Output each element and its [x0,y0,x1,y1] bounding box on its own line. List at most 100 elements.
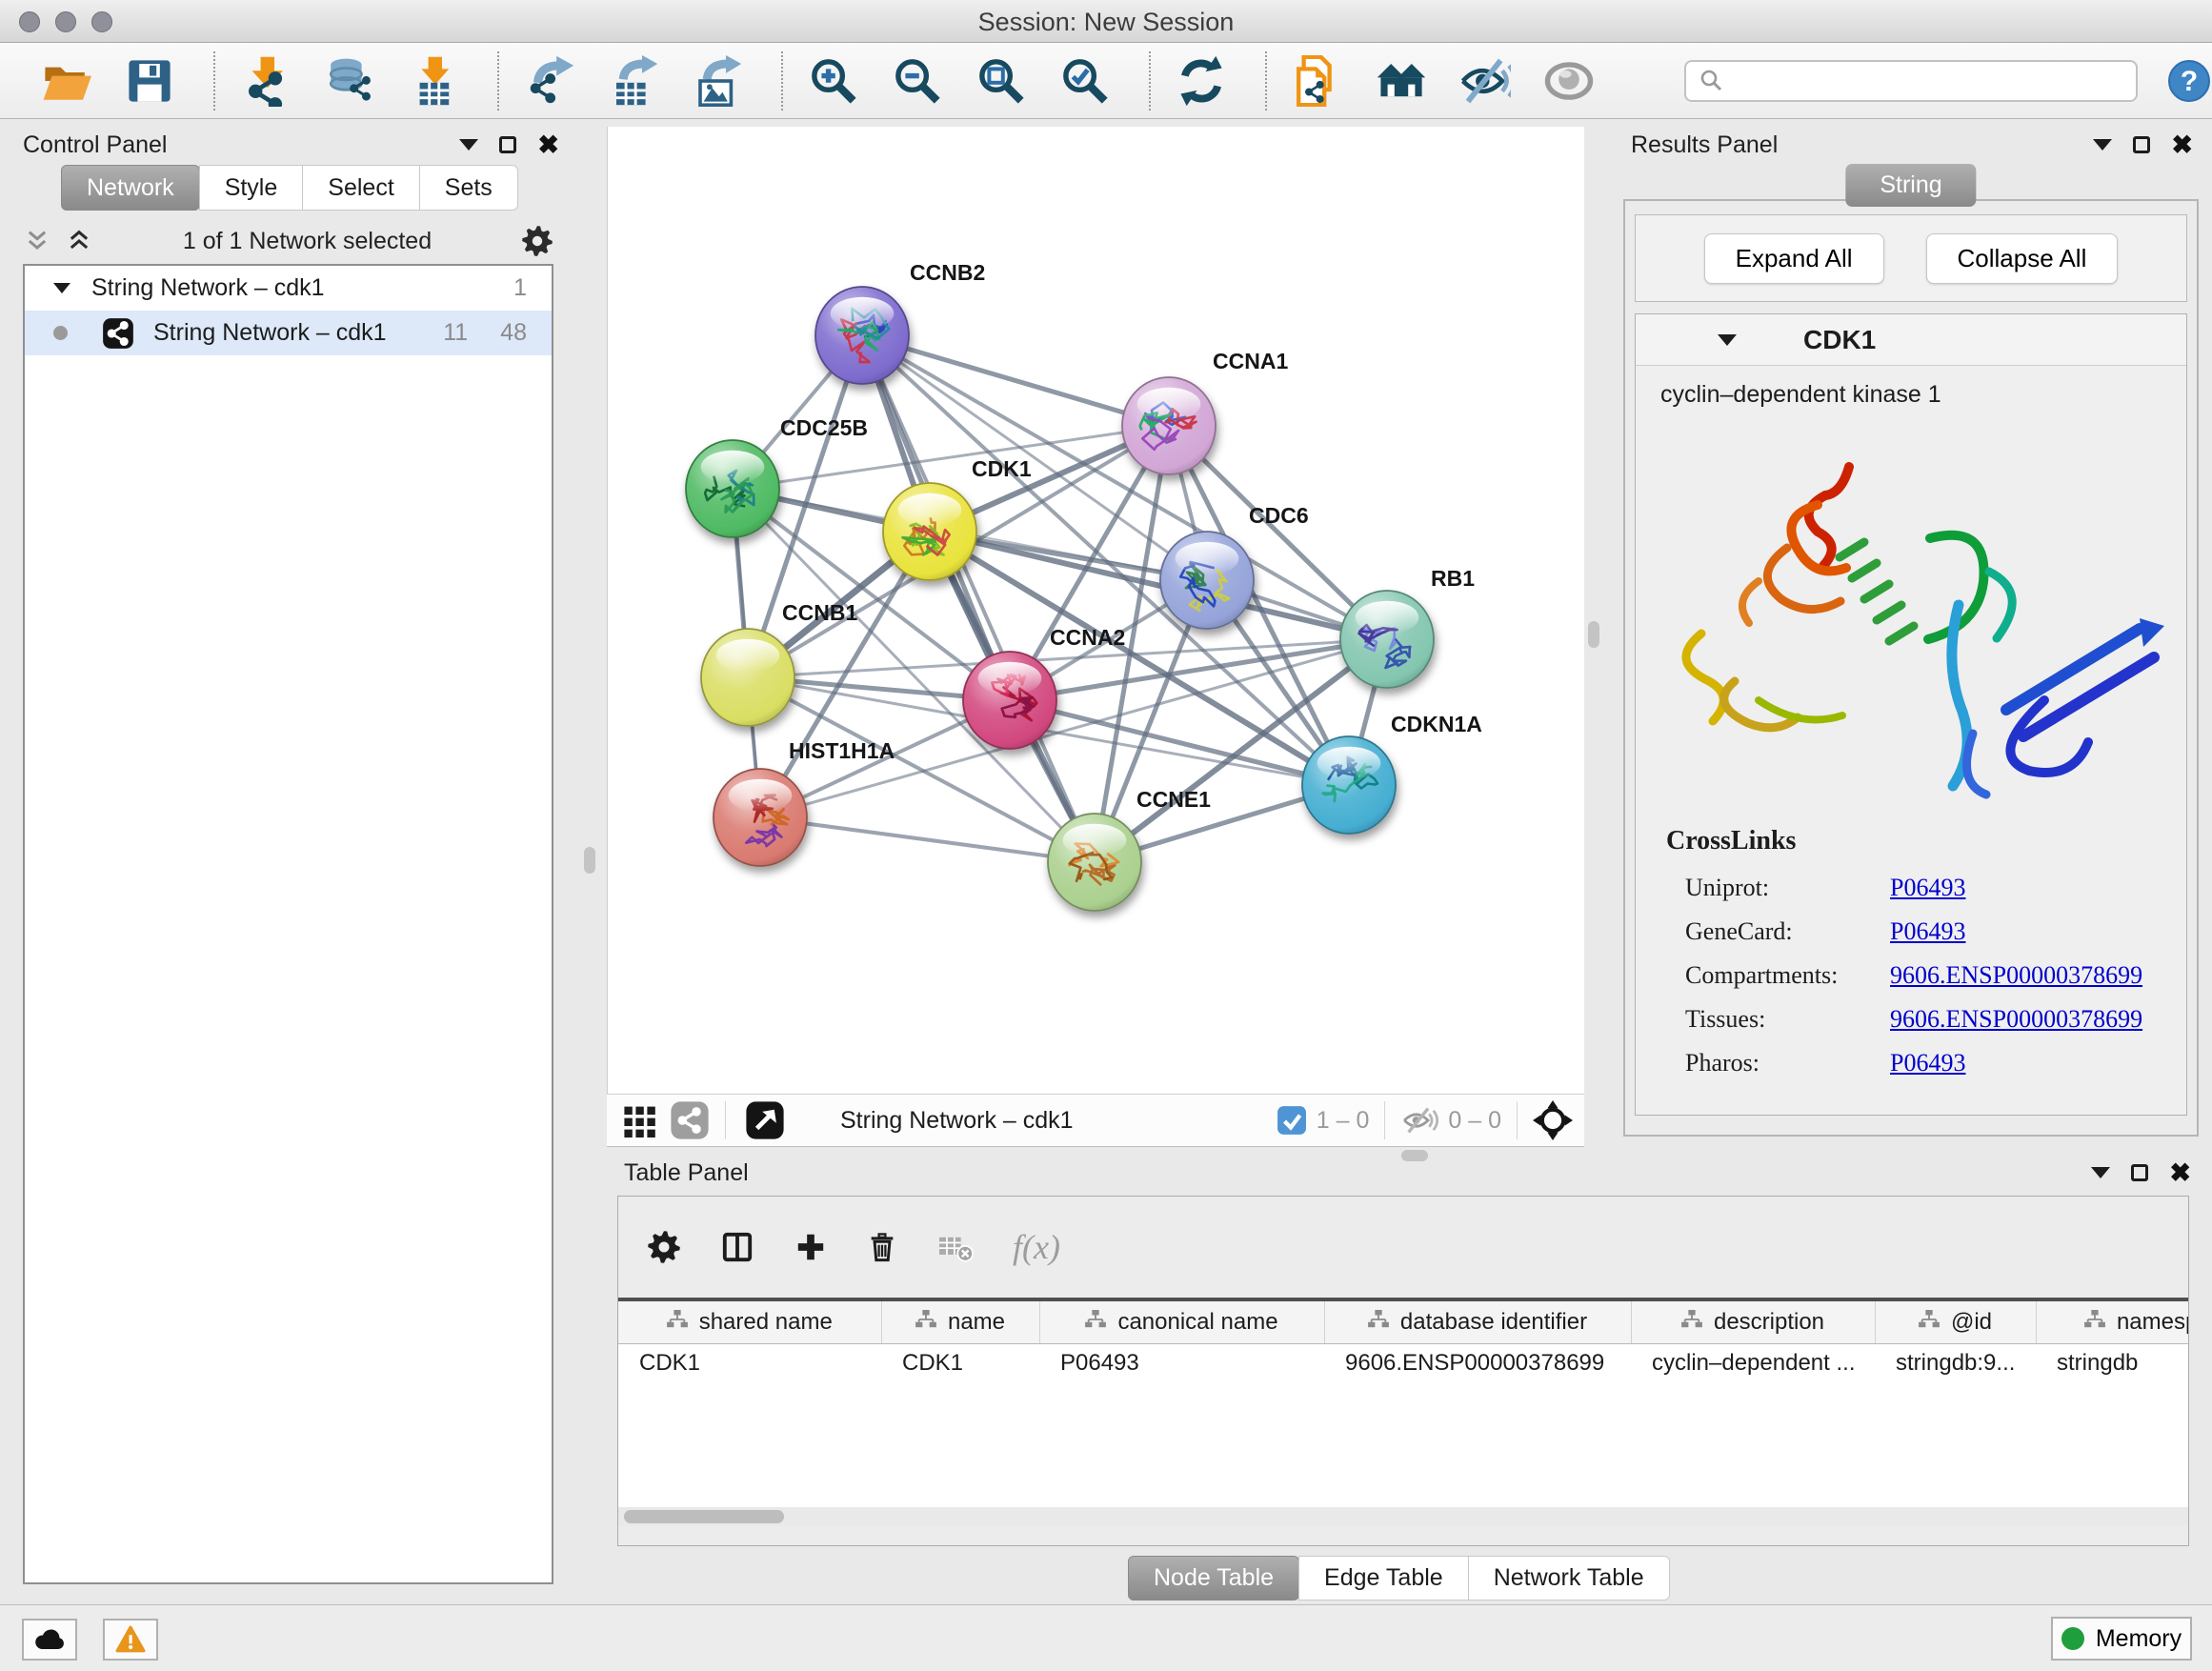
cdk1-entry-header[interactable]: CDK1 [1636,314,2186,366]
edge-RB1-HIST1H1A[interactable] [760,639,1387,817]
cloud-button[interactable] [22,1619,77,1661]
column-header-namespace[interactable]: namespace [2036,1301,2189,1343]
crosslink-link-pharos[interactable]: P06493 [1890,1041,1965,1085]
tab-edge-table[interactable]: Edge Table [1298,1556,1469,1601]
entry-expander-icon[interactable] [1718,334,1737,346]
add-column-button[interactable] [794,1230,828,1264]
crosslink-label: Uniprot: [1685,866,1890,910]
splitter-handle[interactable] [1588,621,1599,648]
zoom-in-button[interactable] [804,50,863,111]
panel-float-icon[interactable] [499,136,516,153]
export-table-button[interactable] [604,50,663,111]
panel-float-icon[interactable] [2131,1164,2148,1181]
node-CDKN1A[interactable]: CDKN1A [1302,712,1482,834]
node-CCNA1[interactable]: CCNA1 [1122,349,1288,474]
panel-close-icon[interactable]: ✖ [537,132,559,158]
export-image-button[interactable] [688,50,747,111]
node-HIST1H1A[interactable]: HIST1H1A [714,738,895,866]
panel-close-icon[interactable]: ✖ [2171,132,2193,158]
selected-nodes-checkbox-icon[interactable] [1277,1105,1307,1136]
open-session-button[interactable] [36,50,95,111]
network-row-selected[interactable]: String Network – cdk1 11 48 [25,311,552,355]
export-network-button[interactable] [520,50,579,111]
refresh-icon [1176,55,1227,107]
tab-sets[interactable]: Sets [419,165,518,211]
crosslink-row: Uniprot:P06493 [1666,866,2186,910]
search-input[interactable] [1736,68,2124,94]
edge-CCNB2-CCNE1[interactable] [862,335,1095,862]
horizontal-scrollbar[interactable] [618,1507,2188,1526]
expand-all-icon[interactable] [65,228,93,254]
panel-float-icon[interactable] [2133,136,2150,153]
network-canvas[interactable]: CCNB2 CCNA1 CDC25B CDK1 CDC6 RB1 [607,127,1584,1094]
refresh-button[interactable] [1172,50,1231,111]
crosslink-link-tissues[interactable]: 9606.ENSP00000378699 [1890,997,2142,1041]
panel-menu-icon[interactable] [2093,139,2112,151]
panel-close-icon[interactable]: ✖ [2169,1160,2191,1186]
tab-network[interactable]: Network [61,165,200,211]
tab-network-table[interactable]: Network Table [1468,1556,1670,1601]
import-database-icon [324,55,375,107]
import-network-button[interactable] [236,50,295,111]
warnings-button[interactable] [103,1619,158,1661]
fit-selected-crosshair-icon[interactable] [1533,1100,1573,1140]
collapse-all-icon[interactable] [23,228,51,254]
table-settings-gear-button[interactable] [647,1230,681,1264]
column-header--id[interactable]: @id [1875,1301,2036,1343]
scrollbar-thumb[interactable] [624,1510,784,1523]
edge-HIST1H1A-CCNE1[interactable] [760,817,1095,862]
column-header-description[interactable]: description [1631,1301,1875,1343]
hide-graphics-button[interactable] [1456,50,1515,111]
zoom-fit-button[interactable] [972,50,1031,111]
document-share-button[interactable] [1288,50,1347,111]
panel-menu-icon[interactable] [2091,1167,2110,1178]
collapse-all-button[interactable]: Collapse All [1926,233,2119,284]
table-row[interactable]: CDK1CDK1P064939606.ENSP00000378699cyclin… [618,1343,2189,1383]
string-results-box: Expand All Collapse All CDK1 cyclin–depe… [1623,199,2199,1137]
import-database-button[interactable] [320,50,379,111]
node-CDK1[interactable]: CDK1 [883,456,1032,580]
tab-node-table[interactable]: Node Table [1128,1556,1299,1601]
edge-CCNB2-CCNA1[interactable] [862,335,1169,426]
column-header-canonical-name[interactable]: canonical name [1039,1301,1324,1343]
network-options-gear-icon[interactable] [521,225,553,257]
split-columns-button[interactable] [719,1230,755,1264]
node-CCNE1[interactable]: CCNE1 [1048,787,1211,911]
memory-button[interactable]: Memory [2051,1617,2192,1661]
cdk1-entry: CDK1 cyclin–dependent kinase 1 [1635,313,2187,1116]
import-table-button[interactable] [404,50,463,111]
tab-select[interactable]: Select [302,165,419,211]
network-selection-status: 1 of 1 Network selected [93,228,521,255]
node-table: shared namenamecanonical namedatabase id… [618,1298,2188,1526]
network-collection-row[interactable]: String Network – cdk1 1 [25,266,552,311]
save-session-button[interactable] [120,50,179,111]
delete-column-button[interactable] [866,1230,898,1264]
node-label-HIST1H1A: HIST1H1A [789,738,895,763]
node-RB1[interactable]: RB1 [1340,566,1475,688]
houses-button[interactable] [1372,50,1431,111]
splitter-handle[interactable] [584,847,595,874]
column-header-shared-name[interactable]: shared name [618,1301,881,1343]
search-box[interactable] [1684,60,2138,102]
crosslink-link-uniprot[interactable]: P06493 [1890,866,1965,910]
zoom-out-button[interactable] [888,50,947,111]
node-table-box: f(x) shared namenamecanonical namedataba… [617,1196,2189,1546]
grid-view-icon[interactable] [622,1103,656,1137]
tree-expander-icon[interactable] [53,283,70,293]
column-header-name[interactable]: name [881,1301,1039,1343]
tab-style[interactable]: Style [199,165,304,211]
edge-CDK1-RB1[interactable] [930,532,1387,639]
network-share-view-icon[interactable] [670,1100,710,1140]
node-CCNB1[interactable]: CCNB1 [701,600,857,726]
zoom-selected-button[interactable] [1056,50,1115,111]
expand-all-button[interactable]: Expand All [1704,233,1884,284]
help-button[interactable]: ? [2166,58,2212,104]
panel-menu-icon[interactable] [459,139,478,151]
show-graphics-button[interactable] [1539,50,1599,111]
crosslink-link-compartments[interactable]: 9606.ENSP00000378699 [1890,954,2142,997]
crosslink-link-genecard[interactable]: P06493 [1890,910,1965,954]
birds-eye-view-icon[interactable] [745,1100,785,1140]
column-header-database-identifier[interactable]: database identifier [1324,1301,1631,1343]
tab-string[interactable]: String [1845,164,1976,207]
import-table-icon [408,55,459,107]
